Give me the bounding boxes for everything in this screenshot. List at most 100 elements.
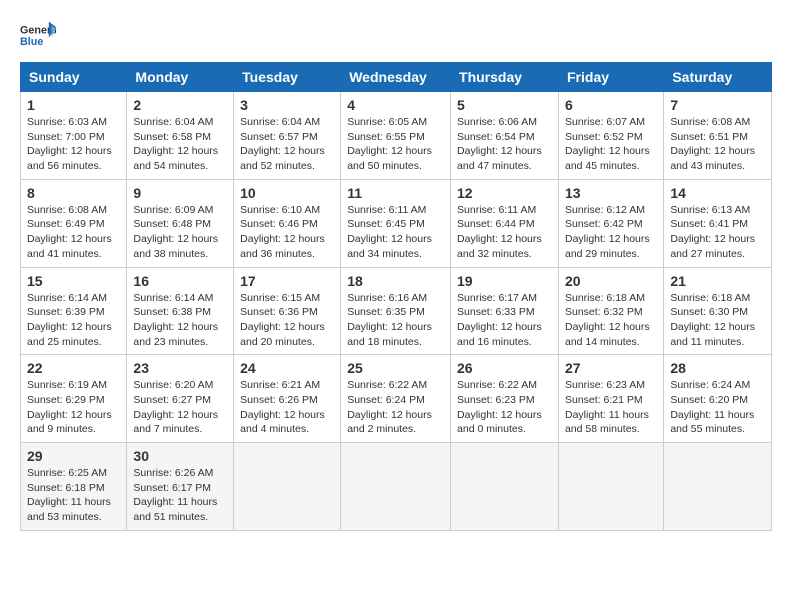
day-number: 9 bbox=[133, 185, 227, 201]
day-info: Sunrise: 6:06 AM Sunset: 6:54 PM Dayligh… bbox=[457, 115, 552, 174]
calendar-cell: 29 Sunrise: 6:25 AM Sunset: 6:18 PM Dayli… bbox=[21, 443, 127, 531]
calendar-cell bbox=[234, 443, 341, 531]
weekday-sunday: Sunday bbox=[21, 63, 127, 92]
week-row-1: 1 Sunrise: 6:03 AM Sunset: 7:00 PM Daylig… bbox=[21, 92, 772, 180]
weekday-tuesday: Tuesday bbox=[234, 63, 341, 92]
calendar-cell: 19 Sunrise: 6:17 AM Sunset: 6:33 PM Dayli… bbox=[451, 267, 559, 355]
day-number: 30 bbox=[133, 448, 227, 464]
day-info: Sunrise: 6:19 AM Sunset: 6:29 PM Dayligh… bbox=[27, 378, 120, 437]
day-info: Sunrise: 6:11 AM Sunset: 6:44 PM Dayligh… bbox=[457, 203, 552, 262]
day-number: 21 bbox=[670, 273, 765, 289]
day-number: 16 bbox=[133, 273, 227, 289]
weekday-monday: Monday bbox=[127, 63, 234, 92]
day-number: 2 bbox=[133, 97, 227, 113]
calendar-table: SundayMondayTuesdayWednesdayThursdayFrid… bbox=[20, 62, 772, 531]
day-info: Sunrise: 6:04 AM Sunset: 6:58 PM Dayligh… bbox=[133, 115, 227, 174]
calendar-cell: 28 Sunrise: 6:24 AM Sunset: 6:20 PM Dayli… bbox=[664, 355, 772, 443]
logo-icon: GeneralBlue bbox=[20, 18, 56, 54]
day-info: Sunrise: 6:14 AM Sunset: 6:38 PM Dayligh… bbox=[133, 291, 227, 350]
day-info: Sunrise: 6:10 AM Sunset: 6:46 PM Dayligh… bbox=[240, 203, 334, 262]
day-info: Sunrise: 6:14 AM Sunset: 6:39 PM Dayligh… bbox=[27, 291, 120, 350]
day-info: Sunrise: 6:21 AM Sunset: 6:26 PM Dayligh… bbox=[240, 378, 334, 437]
calendar-cell: 18 Sunrise: 6:16 AM Sunset: 6:35 PM Dayli… bbox=[341, 267, 451, 355]
day-info: Sunrise: 6:25 AM Sunset: 6:18 PM Dayligh… bbox=[27, 466, 120, 525]
day-number: 6 bbox=[565, 97, 657, 113]
calendar-cell bbox=[559, 443, 664, 531]
calendar-cell: 9 Sunrise: 6:09 AM Sunset: 6:48 PM Daylig… bbox=[127, 179, 234, 267]
day-info: Sunrise: 6:05 AM Sunset: 6:55 PM Dayligh… bbox=[347, 115, 444, 174]
calendar-cell: 14Sunrise: 6:13 AM Sunset: 6:41 PM Dayli… bbox=[664, 179, 772, 267]
day-info: Sunrise: 6:12 AM Sunset: 6:42 PM Dayligh… bbox=[565, 203, 657, 262]
calendar-cell: 12 Sunrise: 6:11 AM Sunset: 6:44 PM Dayli… bbox=[451, 179, 559, 267]
calendar-cell bbox=[664, 443, 772, 531]
calendar-cell: 11 Sunrise: 6:11 AM Sunset: 6:45 PM Dayli… bbox=[341, 179, 451, 267]
week-row-3: 15 Sunrise: 6:14 AM Sunset: 6:39 PM Dayli… bbox=[21, 267, 772, 355]
weekday-thursday: Thursday bbox=[451, 63, 559, 92]
day-number: 12 bbox=[457, 185, 552, 201]
page-header: GeneralBlue bbox=[0, 0, 792, 62]
day-number: 11 bbox=[347, 185, 444, 201]
day-number: 15 bbox=[27, 273, 120, 289]
calendar-cell: 1 Sunrise: 6:03 AM Sunset: 7:00 PM Daylig… bbox=[21, 92, 127, 180]
calendar-container: SundayMondayTuesdayWednesdayThursdayFrid… bbox=[0, 62, 792, 531]
day-info: Sunrise: 6:16 AM Sunset: 6:35 PM Dayligh… bbox=[347, 291, 444, 350]
calendar-cell: 21Sunrise: 6:18 AM Sunset: 6:30 PM Dayli… bbox=[664, 267, 772, 355]
calendar-cell: 8 Sunrise: 6:08 AM Sunset: 6:49 PM Daylig… bbox=[21, 179, 127, 267]
calendar-cell: 2 Sunrise: 6:04 AM Sunset: 6:58 PM Daylig… bbox=[127, 92, 234, 180]
calendar-cell: 5 Sunrise: 6:06 AM Sunset: 6:54 PM Daylig… bbox=[451, 92, 559, 180]
day-number: 5 bbox=[457, 97, 552, 113]
day-number: 8 bbox=[27, 185, 120, 201]
calendar-cell bbox=[341, 443, 451, 531]
weekday-friday: Friday bbox=[559, 63, 664, 92]
day-info: Sunrise: 6:04 AM Sunset: 6:57 PM Dayligh… bbox=[240, 115, 334, 174]
day-number: 13 bbox=[565, 185, 657, 201]
calendar-cell: 16 Sunrise: 6:14 AM Sunset: 6:38 PM Dayli… bbox=[127, 267, 234, 355]
calendar-cell: 10Sunrise: 6:10 AM Sunset: 6:46 PM Dayli… bbox=[234, 179, 341, 267]
week-row-4: 22Sunrise: 6:19 AM Sunset: 6:29 PM Dayli… bbox=[21, 355, 772, 443]
day-info: Sunrise: 6:22 AM Sunset: 6:24 PM Dayligh… bbox=[347, 378, 444, 437]
calendar-cell: 20Sunrise: 6:18 AM Sunset: 6:32 PM Dayli… bbox=[559, 267, 664, 355]
weekday-header-row: SundayMondayTuesdayWednesdayThursdayFrid… bbox=[21, 63, 772, 92]
week-row-2: 8 Sunrise: 6:08 AM Sunset: 6:49 PM Daylig… bbox=[21, 179, 772, 267]
day-info: Sunrise: 6:03 AM Sunset: 7:00 PM Dayligh… bbox=[27, 115, 120, 174]
calendar-cell: 22Sunrise: 6:19 AM Sunset: 6:29 PM Dayli… bbox=[21, 355, 127, 443]
day-number: 1 bbox=[27, 97, 120, 113]
week-row-5: 29 Sunrise: 6:25 AM Sunset: 6:18 PM Dayli… bbox=[21, 443, 772, 531]
calendar-header: SundayMondayTuesdayWednesdayThursdayFrid… bbox=[21, 63, 772, 92]
day-number: 25 bbox=[347, 360, 444, 376]
day-number: 3 bbox=[240, 97, 334, 113]
calendar-cell: 4 Sunrise: 6:05 AM Sunset: 6:55 PM Daylig… bbox=[341, 92, 451, 180]
day-info: Sunrise: 6:13 AM Sunset: 6:41 PM Dayligh… bbox=[670, 203, 765, 262]
day-info: Sunrise: 6:08 AM Sunset: 6:51 PM Dayligh… bbox=[670, 115, 765, 174]
day-number: 26 bbox=[457, 360, 552, 376]
day-info: Sunrise: 6:18 AM Sunset: 6:32 PM Dayligh… bbox=[565, 291, 657, 350]
logo: GeneralBlue bbox=[20, 18, 62, 54]
day-info: Sunrise: 6:08 AM Sunset: 6:49 PM Dayligh… bbox=[27, 203, 120, 262]
calendar-cell: 23Sunrise: 6:20 AM Sunset: 6:27 PM Dayli… bbox=[127, 355, 234, 443]
weekday-saturday: Saturday bbox=[664, 63, 772, 92]
calendar-cell: 3 Sunrise: 6:04 AM Sunset: 6:57 PM Daylig… bbox=[234, 92, 341, 180]
calendar-cell: 13 Sunrise: 6:12 AM Sunset: 6:42 PM Dayli… bbox=[559, 179, 664, 267]
day-info: Sunrise: 6:09 AM Sunset: 6:48 PM Dayligh… bbox=[133, 203, 227, 262]
day-number: 18 bbox=[347, 273, 444, 289]
day-number: 4 bbox=[347, 97, 444, 113]
day-number: 27 bbox=[565, 360, 657, 376]
calendar-body: 1 Sunrise: 6:03 AM Sunset: 7:00 PM Daylig… bbox=[21, 92, 772, 531]
svg-text:Blue: Blue bbox=[20, 36, 43, 48]
day-number: 7 bbox=[670, 97, 765, 113]
day-info: Sunrise: 6:11 AM Sunset: 6:45 PM Dayligh… bbox=[347, 203, 444, 262]
day-info: Sunrise: 6:24 AM Sunset: 6:20 PM Dayligh… bbox=[670, 378, 765, 437]
day-number: 24 bbox=[240, 360, 334, 376]
calendar-cell: 17Sunrise: 6:15 AM Sunset: 6:36 PM Dayli… bbox=[234, 267, 341, 355]
calendar-cell: 15 Sunrise: 6:14 AM Sunset: 6:39 PM Dayli… bbox=[21, 267, 127, 355]
day-number: 19 bbox=[457, 273, 552, 289]
weekday-wednesday: Wednesday bbox=[341, 63, 451, 92]
calendar-cell: 24 Sunrise: 6:21 AM Sunset: 6:26 PM Dayli… bbox=[234, 355, 341, 443]
calendar-cell: 7 Sunrise: 6:08 AM Sunset: 6:51 PM Daylig… bbox=[664, 92, 772, 180]
day-number: 28 bbox=[670, 360, 765, 376]
day-info: Sunrise: 6:17 AM Sunset: 6:33 PM Dayligh… bbox=[457, 291, 552, 350]
day-number: 29 bbox=[27, 448, 120, 464]
day-info: Sunrise: 6:07 AM Sunset: 6:52 PM Dayligh… bbox=[565, 115, 657, 174]
day-number: 17 bbox=[240, 273, 334, 289]
day-info: Sunrise: 6:22 AM Sunset: 6:23 PM Dayligh… bbox=[457, 378, 552, 437]
